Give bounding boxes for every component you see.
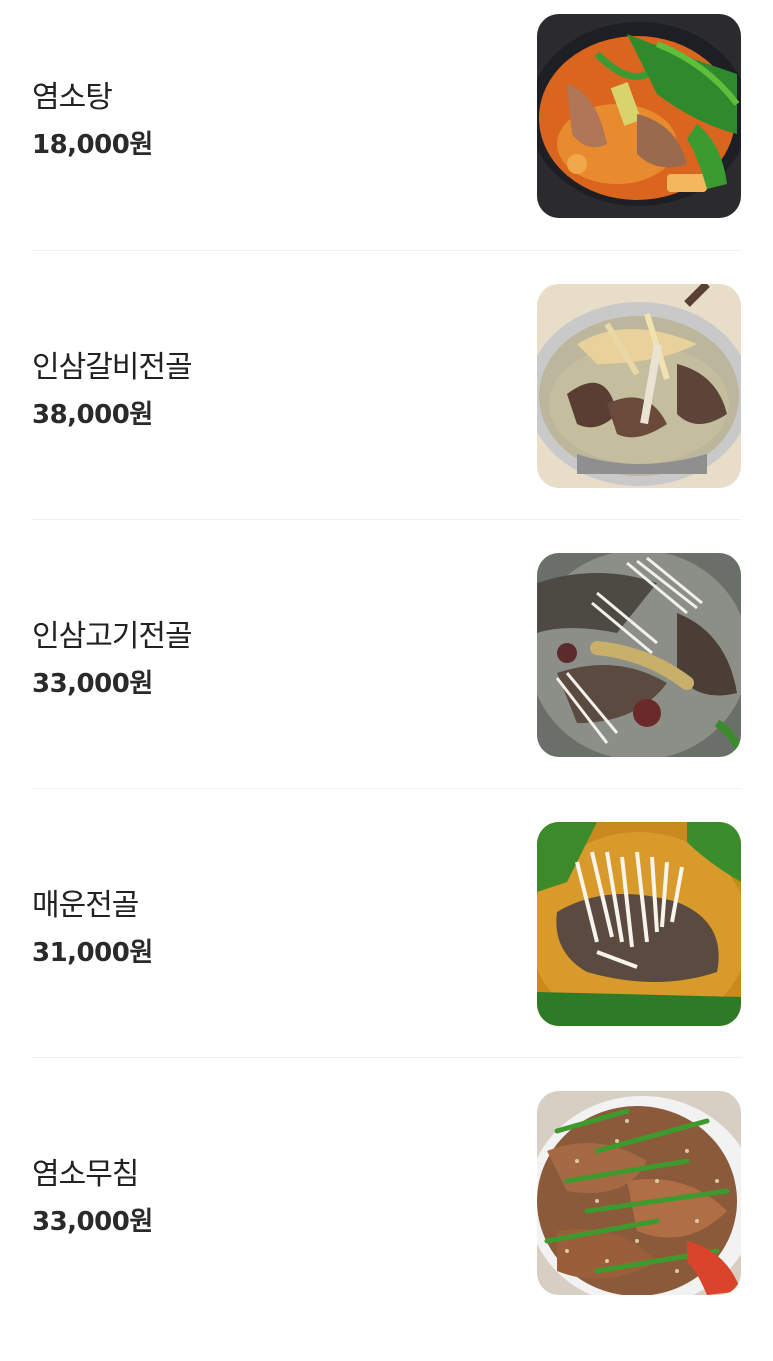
menu-item-price: 33,000원 xyxy=(32,1207,153,1237)
menu-item-name: 매운전골 xyxy=(32,888,139,923)
menu-item-seasoned-goat-salad[interactable]: 염소무침 33,000원 xyxy=(32,1091,741,1361)
divider xyxy=(32,1057,741,1058)
ginseng-meat-hotpot-photo xyxy=(537,553,741,757)
menu-item-price: 18,000원 xyxy=(32,130,153,160)
menu-item-spicy-hotpot[interactable]: 매운전골 31,000원 xyxy=(32,822,741,1092)
menu-item-ginseng-rib-hotpot[interactable]: 인삼갈비전골 38,000원 xyxy=(32,284,741,554)
menu-item-price: 33,000원 xyxy=(32,669,153,699)
seasoned-goat-salad-photo xyxy=(537,1091,741,1295)
menu-item-price: 31,000원 xyxy=(32,938,153,968)
menu-item-price: 38,000원 xyxy=(32,400,153,430)
menu-item-goat-stew[interactable]: 염소탕 18,000원 xyxy=(32,14,741,284)
divider xyxy=(32,788,741,789)
goat-stew-photo xyxy=(537,14,741,218)
menu-item-ginseng-meat-hotpot[interactable]: 인삼고기전골 33,000원 xyxy=(32,553,741,823)
menu-item-name: 인삼고기전골 xyxy=(32,619,193,654)
menu-list: 염소탕 18,000원 인삼갈비전골 38,000원 인삼고기전골 33,000… xyxy=(0,0,773,1304)
menu-item-name: 인삼갈비전골 xyxy=(32,350,193,385)
divider xyxy=(32,250,741,251)
menu-item-name: 염소탕 xyxy=(32,80,113,115)
menu-item-name: 염소무침 xyxy=(32,1157,139,1192)
spicy-hotpot-photo xyxy=(537,822,741,1026)
divider xyxy=(32,519,741,520)
ginseng-rib-hotpot-photo xyxy=(537,284,741,488)
